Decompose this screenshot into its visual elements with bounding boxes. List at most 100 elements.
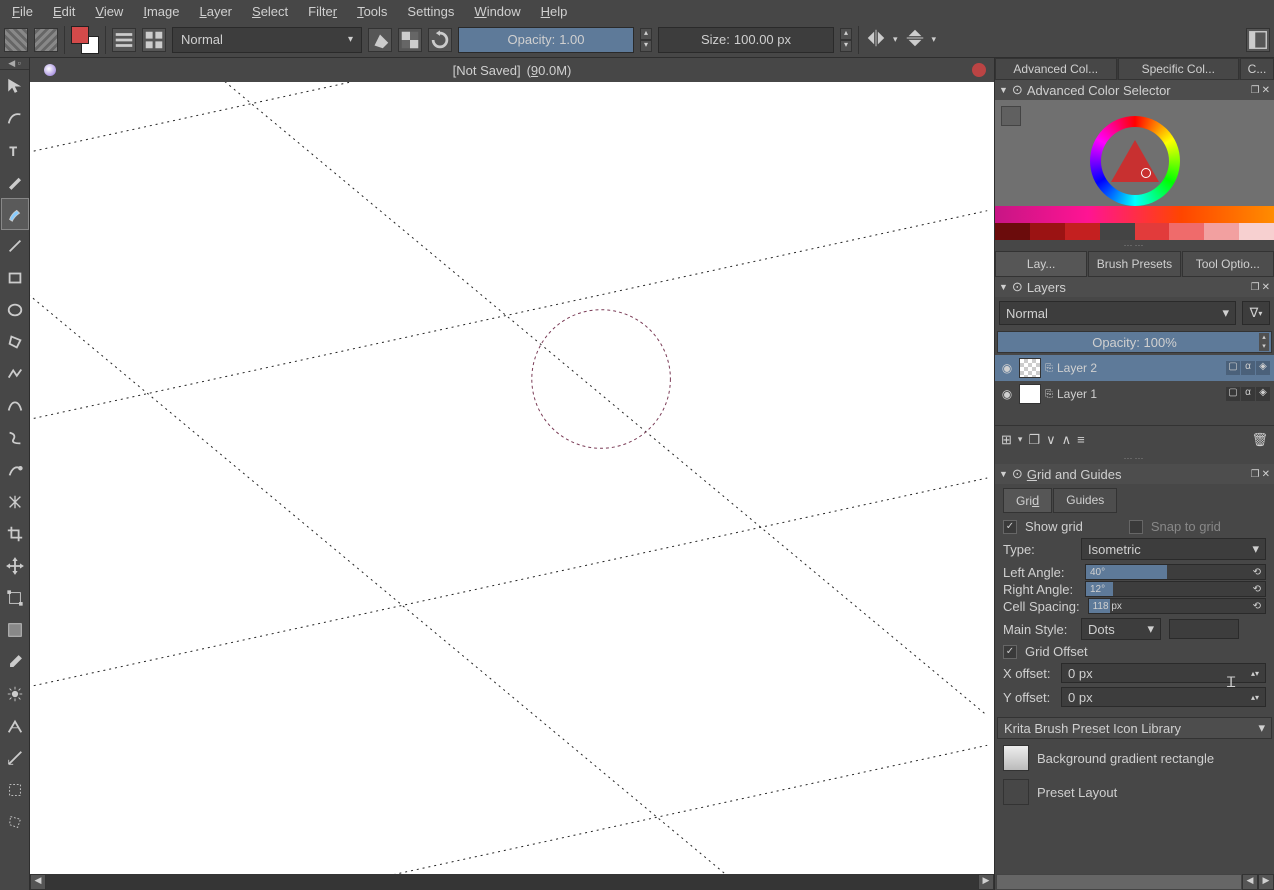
move-up-icon[interactable]: ∧ — [1062, 432, 1072, 448]
panel-adv-color-header[interactable]: ▼⊙ Advanced Color Selector ❐✕ — [995, 80, 1274, 100]
tab-tool-options[interactable]: Tool Optio... — [1182, 251, 1274, 277]
pattern-swatch-icon[interactable] — [34, 28, 58, 52]
close-document-icon[interactable] — [972, 63, 986, 77]
alpha-icon[interactable]: α — [1241, 387, 1255, 401]
line-tool[interactable] — [1, 230, 29, 262]
eraser-toggle-icon[interactable] — [368, 28, 392, 52]
opacity-spinner[interactable]: ▴▾ — [640, 28, 652, 52]
visibility-icon[interactable]: ◉ — [999, 361, 1015, 375]
right-hscroll[interactable]: ◀▶ — [996, 874, 1274, 890]
move-down-icon[interactable]: ∨ — [1046, 432, 1056, 448]
mirror-horizontal-icon[interactable] — [865, 27, 887, 52]
visibility-icon[interactable]: ◉ — [999, 387, 1015, 401]
mirror-v-dropdown[interactable]: ▾ — [932, 34, 937, 45]
color-history-1[interactable] — [995, 206, 1274, 223]
transform-tool[interactable] — [1, 70, 29, 102]
measure-tool[interactable] — [1, 742, 29, 774]
close-panel-icon[interactable]: ✕ — [1262, 282, 1270, 293]
brush-settings-icon[interactable] — [112, 28, 136, 52]
preset-library-select[interactable]: Krita Brush Preset Icon Library▾ — [997, 717, 1272, 739]
color-history-2[interactable] — [995, 223, 1274, 240]
multibrush-tool[interactable] — [1, 486, 29, 518]
polyline-tool[interactable] — [1, 358, 29, 390]
transform-tool-2[interactable] — [1, 582, 29, 614]
color-selector[interactable] — [995, 100, 1274, 240]
blend-mode-select[interactable]: Normal▾ — [172, 27, 362, 53]
freehand-brush-tool[interactable] — [1, 198, 29, 230]
show-grid-checkbox[interactable] — [1003, 520, 1017, 534]
layer-row[interactable]: ◉ ⎘ Layer 2 ▢α◈ — [995, 355, 1274, 381]
canvas[interactable] — [30, 82, 994, 874]
mirror-h-dropdown[interactable]: ▾ — [893, 34, 898, 45]
panel-layers-header[interactable]: ▼⊙ Layers ❐✕ — [995, 277, 1274, 297]
library-item[interactable]: Background gradient rectangle — [995, 741, 1274, 775]
menu-image[interactable]: Image — [135, 2, 187, 21]
close-panel-icon[interactable]: ✕ — [1262, 469, 1270, 480]
alpha-lock-icon[interactable] — [398, 28, 422, 52]
menu-window[interactable]: Window — [466, 2, 528, 21]
layer-link-icon[interactable]: ⎘ — [1045, 363, 1053, 374]
menu-help[interactable]: Help — [533, 2, 576, 21]
inherit-alpha-icon[interactable]: ◈ — [1256, 361, 1270, 375]
layer-blend-select[interactable]: Normal▾ — [999, 301, 1236, 325]
assistant-tool[interactable] — [1, 710, 29, 742]
left-angle-slider[interactable]: 40°⟲ — [1085, 564, 1266, 580]
move-tool[interactable] — [1, 550, 29, 582]
delete-layer-icon[interactable]: 🗑 — [1251, 432, 1268, 448]
crop-tool[interactable] — [1, 518, 29, 550]
close-panel-icon[interactable]: ✕ — [1262, 85, 1270, 96]
cell-spacing-slider[interactable]: 118 px⟲ — [1088, 598, 1266, 614]
menu-view[interactable]: View — [87, 2, 131, 21]
menu-settings[interactable]: Settings — [399, 2, 462, 21]
inherit-alpha-icon[interactable]: ◈ — [1256, 387, 1270, 401]
text-tool[interactable]: T — [1, 134, 29, 166]
workspace-chooser-icon[interactable] — [1246, 28, 1270, 52]
grid-offset-checkbox[interactable] — [1003, 645, 1017, 659]
panel-grid-header[interactable]: ▼⊙ Grid and Guides ❐✕ — [995, 464, 1274, 484]
brush-presets-icon[interactable] — [142, 28, 166, 52]
size-spinner[interactable]: ▴▾ — [840, 28, 852, 52]
alpha-icon[interactable]: α — [1241, 361, 1255, 375]
select-rect-tool[interactable] — [1, 774, 29, 806]
snap-grid-checkbox[interactable] — [1129, 520, 1143, 534]
library-item[interactable]: Preset Layout — [995, 775, 1274, 809]
mirror-vertical-icon[interactable] — [904, 27, 926, 52]
select-poly-tool[interactable] — [1, 806, 29, 838]
fill-tool[interactable] — [1, 614, 29, 646]
color-picker-tool[interactable] — [1, 646, 29, 678]
add-layer-icon[interactable]: ⊞ — [1001, 432, 1012, 448]
menu-select[interactable]: Select — [244, 2, 296, 21]
guides-tab[interactable]: Guides — [1053, 488, 1117, 513]
fg-bg-color[interactable] — [71, 26, 99, 54]
freehand-path-tool[interactable] — [1, 422, 29, 454]
layer-link-icon[interactable]: ⎘ — [1045, 389, 1053, 400]
menu-file[interactable]: File — [4, 2, 41, 21]
grid-color-swatch[interactable] — [1169, 619, 1239, 639]
right-angle-slider[interactable]: 12°⟲ — [1085, 581, 1266, 597]
layer-row[interactable]: ◉ ⎘ Layer 1 ▢α◈ — [995, 381, 1274, 407]
tab-spec-color[interactable]: Specific Col... — [1118, 58, 1240, 80]
ellipse-tool[interactable] — [1, 294, 29, 326]
menu-edit[interactable]: Edit — [45, 2, 83, 21]
tab-layers[interactable]: Lay... — [995, 251, 1087, 277]
layer-opacity-slider[interactable]: Opacity: 100% ▴▾ — [997, 331, 1272, 353]
float-panel-icon[interactable]: ❐ — [1251, 85, 1260, 96]
float-panel-icon[interactable]: ❐ — [1251, 282, 1260, 293]
rectangle-tool[interactable] — [1, 262, 29, 294]
polygon-tool[interactable] — [1, 326, 29, 358]
calligraphy-tool[interactable] — [1, 166, 29, 198]
lock-icon[interactable]: ▢ — [1226, 387, 1240, 401]
grid-type-select[interactable]: Isometric▾ — [1081, 538, 1266, 560]
size-field[interactable]: Size: 100.00 px — [658, 27, 834, 53]
smart-fill-tool[interactable] — [1, 678, 29, 710]
reload-preset-icon[interactable] — [428, 28, 452, 52]
gradient-swatch-icon[interactable] — [4, 28, 28, 52]
duplicate-layer-icon[interactable]: ❐ — [1028, 432, 1040, 448]
menu-layer[interactable]: Layer — [191, 2, 240, 21]
opacity-field[interactable]: Opacity: 1.00 — [458, 27, 634, 53]
toolbox-handle[interactable]: ◀ ▫ — [0, 58, 29, 70]
layer-filter-icon[interactable]: ∇▾ — [1242, 301, 1270, 325]
layer-name[interactable]: Layer 2 — [1057, 361, 1222, 375]
canvas-hscroll[interactable]: ◀▶ — [30, 874, 994, 890]
dynamic-brush-tool[interactable] — [1, 454, 29, 486]
